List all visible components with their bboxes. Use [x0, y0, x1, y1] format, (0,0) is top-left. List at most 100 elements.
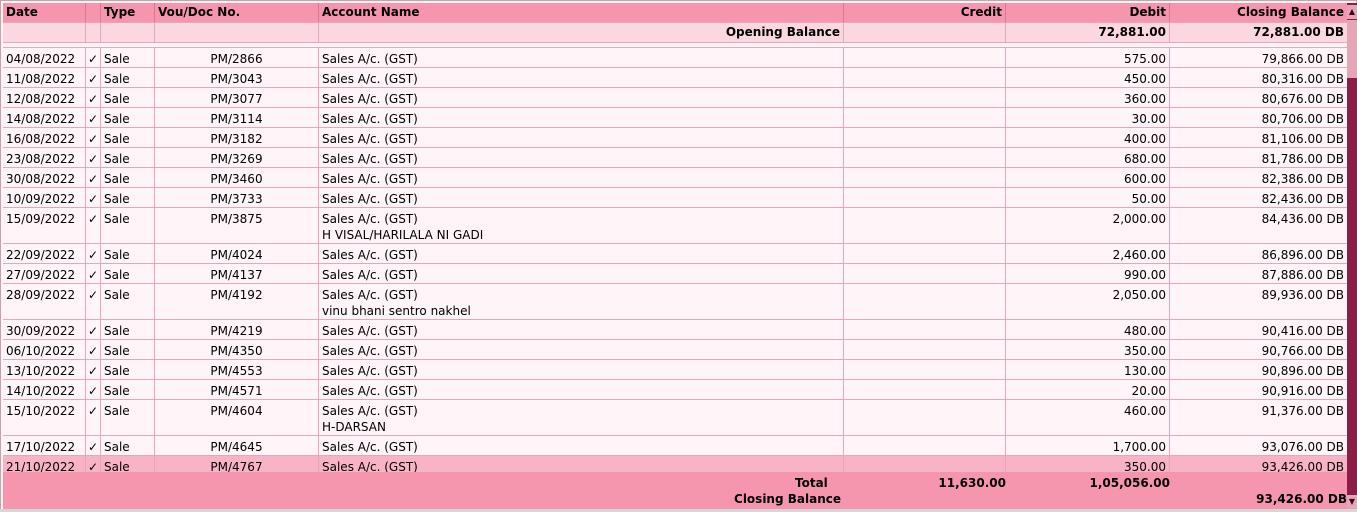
header-account[interactable]: Account Name	[319, 3, 844, 22]
table-row[interactable]: 15/09/2022 ✓ Sale PM/3875 Sales A/c. (GST) H …	[3, 208, 1347, 244]
row-vou: PM/4024	[155, 244, 319, 263]
row-date: 27/09/2022	[3, 264, 86, 283]
table-row[interactable]: 14/08/2022 ✓ Sale PM/3114 Sales A/c. (GST) 30…	[3, 108, 1347, 128]
row-closing: 82,386.00 DB	[1261, 172, 1344, 186]
table-row[interactable]: 30/08/2022 ✓ Sale PM/3460 Sales A/c. (GST) 60…	[3, 168, 1347, 188]
row-account: Sales A/c. (GST) H VISAL/HARILALA NI GADI	[319, 208, 844, 243]
total-debit: 1,05,056.00	[1089, 476, 1170, 490]
table-row[interactable]: 10/09/2022 ✓ Sale PM/3733 Sales A/c. (GST) 50…	[3, 188, 1347, 208]
table-row[interactable]: 15/10/2022 ✓ Sale PM/4604 Sales A/c. (GST) H-…	[3, 400, 1347, 436]
row-type: Sale	[101, 400, 155, 435]
row-account-name: Sales A/c. (GST)	[322, 384, 418, 398]
row-debit: 480.00	[1006, 320, 1170, 339]
row-credit	[844, 68, 1006, 87]
row-account: Sales A/c. (GST)	[319, 148, 844, 167]
header-type[interactable]: Type	[101, 3, 155, 22]
row-account: Sales A/c. (GST)	[319, 168, 844, 187]
table-row[interactable]: 06/10/2022 ✓ Sale PM/4350 Sales A/c. (GST) 35…	[3, 340, 1347, 360]
check-icon: ✓	[86, 320, 101, 339]
check-icon: ✓	[86, 360, 101, 379]
row-debit: 50.00	[1006, 188, 1170, 207]
row-debit: 460.00	[1006, 400, 1170, 435]
table-row[interactable]: 13/10/2022 ✓ Sale PM/4553 Sales A/c. (GST) 13…	[3, 360, 1347, 380]
row-type: Sale	[101, 340, 155, 359]
row-closing: 87,886.00 DB	[1261, 268, 1344, 282]
total-credit: 11,630.00	[938, 476, 1006, 490]
table-row[interactable]: 16/08/2022 ✓ Sale PM/3182 Sales A/c. (GST) 40…	[3, 128, 1347, 148]
row-type: Sale	[101, 360, 155, 379]
row-account-name: Sales A/c. (GST)	[322, 132, 418, 146]
row-closing: 90,896.00 DB	[1261, 364, 1344, 378]
row-type: Sale	[101, 380, 155, 399]
row-credit	[844, 380, 1006, 399]
row-account: Sales A/c. (GST) H-DARSAN	[319, 400, 844, 435]
table-row[interactable]: 04/08/2022 ✓ Sale PM/2866 Sales A/c. (GST) 57…	[3, 48, 1347, 68]
row-closing: 80,316.00 DB	[1261, 72, 1344, 86]
row-debit: 20.00	[1006, 380, 1170, 399]
ledger-rows: 04/08/2022 ✓ Sale PM/2866 Sales A/c. (GST) 57…	[3, 48, 1347, 476]
row-vou: PM/2866	[155, 48, 319, 67]
row-vou: PM/3043	[155, 68, 319, 87]
row-vou: PM/4137	[155, 264, 319, 283]
row-account: Sales A/c. (GST)	[319, 436, 844, 455]
row-credit	[844, 320, 1006, 339]
check-icon: ✓	[86, 244, 101, 263]
row-closing: 90,916.00 DB	[1261, 384, 1344, 398]
row-debit: 450.00	[1006, 68, 1170, 87]
row-account-name: Sales A/c. (GST)	[322, 364, 418, 378]
header-vou[interactable]: Vou/Doc No.	[155, 3, 319, 22]
row-type: Sale	[101, 68, 155, 87]
scroll-thumb[interactable]	[1347, 20, 1357, 78]
column-header-row: Date Type Vou/Doc No. Account Name Credi…	[3, 3, 1347, 23]
table-row[interactable]: 28/09/2022 ✓ Sale PM/4192 Sales A/c. (GST) vi…	[3, 284, 1347, 320]
row-credit	[844, 340, 1006, 359]
triangle-down-icon[interactable]: ▼	[1347, 495, 1357, 509]
row-account-name: Sales A/c. (GST)	[322, 112, 418, 126]
check-icon: ✓	[86, 128, 101, 147]
row-type: Sale	[101, 284, 155, 319]
row-credit	[844, 148, 1006, 167]
row-debit: 2,460.00	[1006, 244, 1170, 263]
triangle-up-icon[interactable]: ▲	[1347, 5, 1357, 19]
table-row[interactable]: 11/08/2022 ✓ Sale PM/3043 Sales A/c. (GST) 45…	[3, 68, 1347, 88]
row-account-name: Sales A/c. (GST)	[322, 248, 418, 262]
check-icon: ✓	[86, 148, 101, 167]
row-credit	[844, 264, 1006, 283]
table-row[interactable]: 23/08/2022 ✓ Sale PM/3269 Sales A/c. (GST) 68…	[3, 148, 1347, 168]
row-closing: 90,416.00 DB	[1261, 324, 1344, 338]
row-date: 30/09/2022	[3, 320, 86, 339]
vertical-scrollbar[interactable]: ▲ ▼	[1347, 3, 1357, 511]
row-account: Sales A/c. (GST)	[319, 68, 844, 87]
table-row[interactable]: 22/09/2022 ✓ Sale PM/4024 Sales A/c. (GST) 2,…	[3, 244, 1347, 264]
row-account: Sales A/c. (GST)	[319, 264, 844, 283]
row-debit: 2,050.00	[1006, 284, 1170, 319]
row-debit: 680.00	[1006, 148, 1170, 167]
table-row[interactable]: 12/08/2022 ✓ Sale PM/3077 Sales A/c. (GST) 36…	[3, 88, 1347, 108]
row-vou: PM/3077	[155, 88, 319, 107]
header-debit[interactable]: Debit	[1006, 3, 1170, 22]
table-row[interactable]: 14/10/2022 ✓ Sale PM/4571 Sales A/c. (GST) 20…	[3, 380, 1347, 400]
row-closing: 90,766.00 DB	[1261, 344, 1344, 358]
opening-debit: 72,881.00	[1006, 23, 1170, 42]
row-account-name: Sales A/c. (GST)	[322, 92, 418, 106]
row-closing: 80,676.00 DB	[1261, 92, 1344, 106]
row-vou: PM/4604	[155, 400, 319, 435]
header-credit[interactable]: Credit	[844, 3, 1006, 22]
check-icon: ✓	[86, 88, 101, 107]
row-credit	[844, 400, 1006, 435]
row-account-name: Sales A/c. (GST)	[322, 440, 418, 454]
table-row[interactable]: 17/10/2022 ✓ Sale PM/4645 Sales A/c. (GST) 1,…	[3, 436, 1347, 456]
row-account: Sales A/c. (GST)	[319, 88, 844, 107]
header-closing[interactable]: Closing Balance	[1170, 3, 1347, 22]
row-credit	[844, 188, 1006, 207]
header-date[interactable]: Date	[3, 3, 86, 22]
row-account-name: Sales A/c. (GST)	[322, 152, 418, 166]
table-row[interactable]: 27/09/2022 ✓ Sale PM/4137 Sales A/c. (GST) 99…	[3, 264, 1347, 284]
check-icon: ✓	[86, 436, 101, 455]
row-account: Sales A/c. (GST) vinu bhani sentro nakhel	[319, 284, 844, 319]
check-icon: ✓	[86, 400, 101, 435]
table-row[interactable]: 30/09/2022 ✓ Sale PM/4219 Sales A/c. (GST) 48…	[3, 320, 1347, 340]
row-account: Sales A/c. (GST)	[319, 128, 844, 147]
check-icon: ✓	[86, 340, 101, 359]
row-credit	[844, 284, 1006, 319]
